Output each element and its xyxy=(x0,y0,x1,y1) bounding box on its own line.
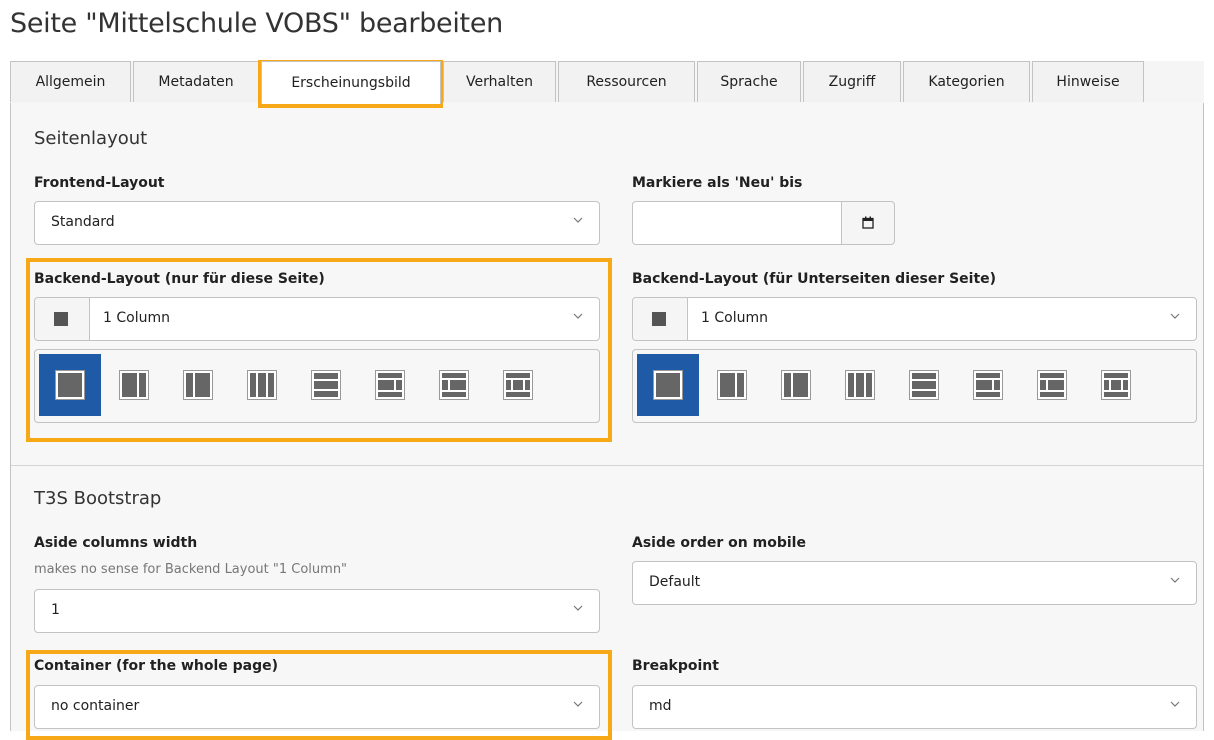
chevron-down-icon xyxy=(573,604,583,612)
tab-hinweise[interactable]: Hinweise xyxy=(1032,61,1144,102)
tab-verhalten[interactable]: Verhalten xyxy=(443,61,556,102)
aside-width-hint: makes no sense for Backend Layout "1 Col… xyxy=(34,562,348,577)
aside-width-select[interactable]: 1 xyxy=(34,589,600,633)
backend-layout-sub-picker xyxy=(632,349,1197,423)
tab-zugriff[interactable]: Zugriff xyxy=(803,61,901,102)
backend-layout-sub-label: Backend-Layout (für Unterseiten dieser S… xyxy=(632,271,997,287)
layout-icon xyxy=(633,298,688,340)
layout-icon[interactable] xyxy=(829,354,891,416)
container-value: no container xyxy=(51,698,140,714)
layout-icon[interactable] xyxy=(637,354,699,416)
breakpoint-select[interactable]: md xyxy=(632,685,1197,729)
chevron-down-icon xyxy=(1170,312,1180,320)
container-label: Container (for the whole page) xyxy=(34,658,279,674)
container-select[interactable]: no container xyxy=(34,685,600,729)
layout-icon[interactable] xyxy=(1085,354,1147,416)
chevron-down-icon xyxy=(573,700,583,708)
chevron-down-icon xyxy=(1170,700,1180,708)
layout-icon[interactable] xyxy=(701,354,763,416)
tab-kategorien[interactable]: Kategorien xyxy=(903,61,1030,102)
backend-layout-select[interactable]: 1 Column xyxy=(34,297,600,341)
backend-layout-label: Backend-Layout (nur für diese Seite) xyxy=(34,271,325,287)
new-until-input[interactable] xyxy=(632,201,842,245)
layout-icon[interactable] xyxy=(893,354,955,416)
chevron-down-icon xyxy=(573,216,583,224)
new-until-label: Markiere als 'Neu' bis xyxy=(632,175,803,191)
aside-order-select[interactable]: Default xyxy=(632,561,1197,605)
section-divider xyxy=(11,465,1203,466)
section-title-seitenlayout: Seitenlayout xyxy=(34,128,148,149)
page-title: Seite "Mittelschule VOBS" bearbeiten xyxy=(10,8,503,39)
breakpoint-label: Breakpoint xyxy=(632,658,719,674)
layout-icon[interactable] xyxy=(487,354,549,416)
date-picker-button[interactable] xyxy=(841,201,895,245)
chevron-down-icon xyxy=(1170,576,1180,584)
layout-icon[interactable] xyxy=(423,354,485,416)
backend-layout-picker xyxy=(34,349,600,423)
tab-erscheinungsbild[interactable]: Erscheinungsbild xyxy=(261,61,441,104)
frontend-layout-select[interactable]: Standard xyxy=(34,201,600,245)
breakpoint-value: md xyxy=(649,698,672,714)
tab-metadaten[interactable]: Metadaten xyxy=(133,61,259,102)
layout-icon[interactable] xyxy=(359,354,421,416)
backend-layout-value: 1 Column xyxy=(103,310,170,326)
calendar-icon xyxy=(862,214,874,233)
frontend-layout-value: Standard xyxy=(51,214,115,230)
layout-icon[interactable] xyxy=(1021,354,1083,416)
layout-icon[interactable] xyxy=(167,354,229,416)
tab-bar: Allgemein Metadaten Erscheinungsbild Ver… xyxy=(10,61,1204,104)
frontend-layout-label: Frontend-Layout xyxy=(34,175,165,191)
aside-order-value: Default xyxy=(649,574,701,590)
layout-icon[interactable] xyxy=(295,354,357,416)
layout-icon[interactable] xyxy=(957,354,1019,416)
layout-icon[interactable] xyxy=(39,354,101,416)
layout-icon[interactable] xyxy=(765,354,827,416)
tab-ressourcen[interactable]: Ressourcen xyxy=(558,61,695,102)
layout-icon[interactable] xyxy=(103,354,165,416)
tab-sprache[interactable]: Sprache xyxy=(697,61,801,102)
backend-layout-sub-select[interactable]: 1 Column xyxy=(632,297,1197,341)
aside-order-label: Aside order on mobile xyxy=(632,535,806,551)
backend-layout-sub-value: 1 Column xyxy=(701,310,768,326)
chevron-down-icon xyxy=(573,312,583,320)
aside-width-value: 1 xyxy=(51,602,60,618)
layout-icon xyxy=(35,298,90,340)
tab-allgemein[interactable]: Allgemein xyxy=(10,61,131,102)
section-title-t3s-bootstrap: T3S Bootstrap xyxy=(34,488,162,509)
aside-width-label: Aside columns width xyxy=(34,535,198,551)
layout-icon[interactable] xyxy=(231,354,293,416)
